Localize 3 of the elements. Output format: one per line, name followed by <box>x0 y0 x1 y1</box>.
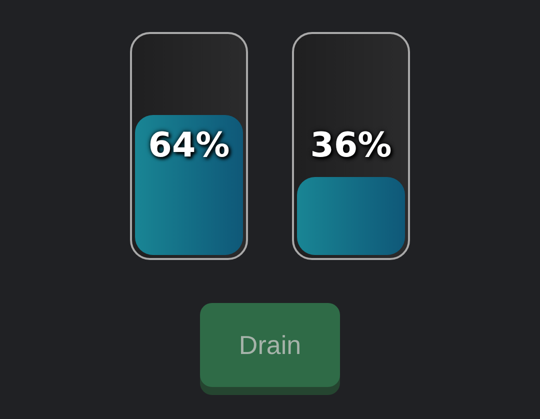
tank-percentage: 64% <box>148 124 230 168</box>
tank-percentage: 36% <box>310 124 392 168</box>
drain-button[interactable]: Drain <box>200 303 340 387</box>
